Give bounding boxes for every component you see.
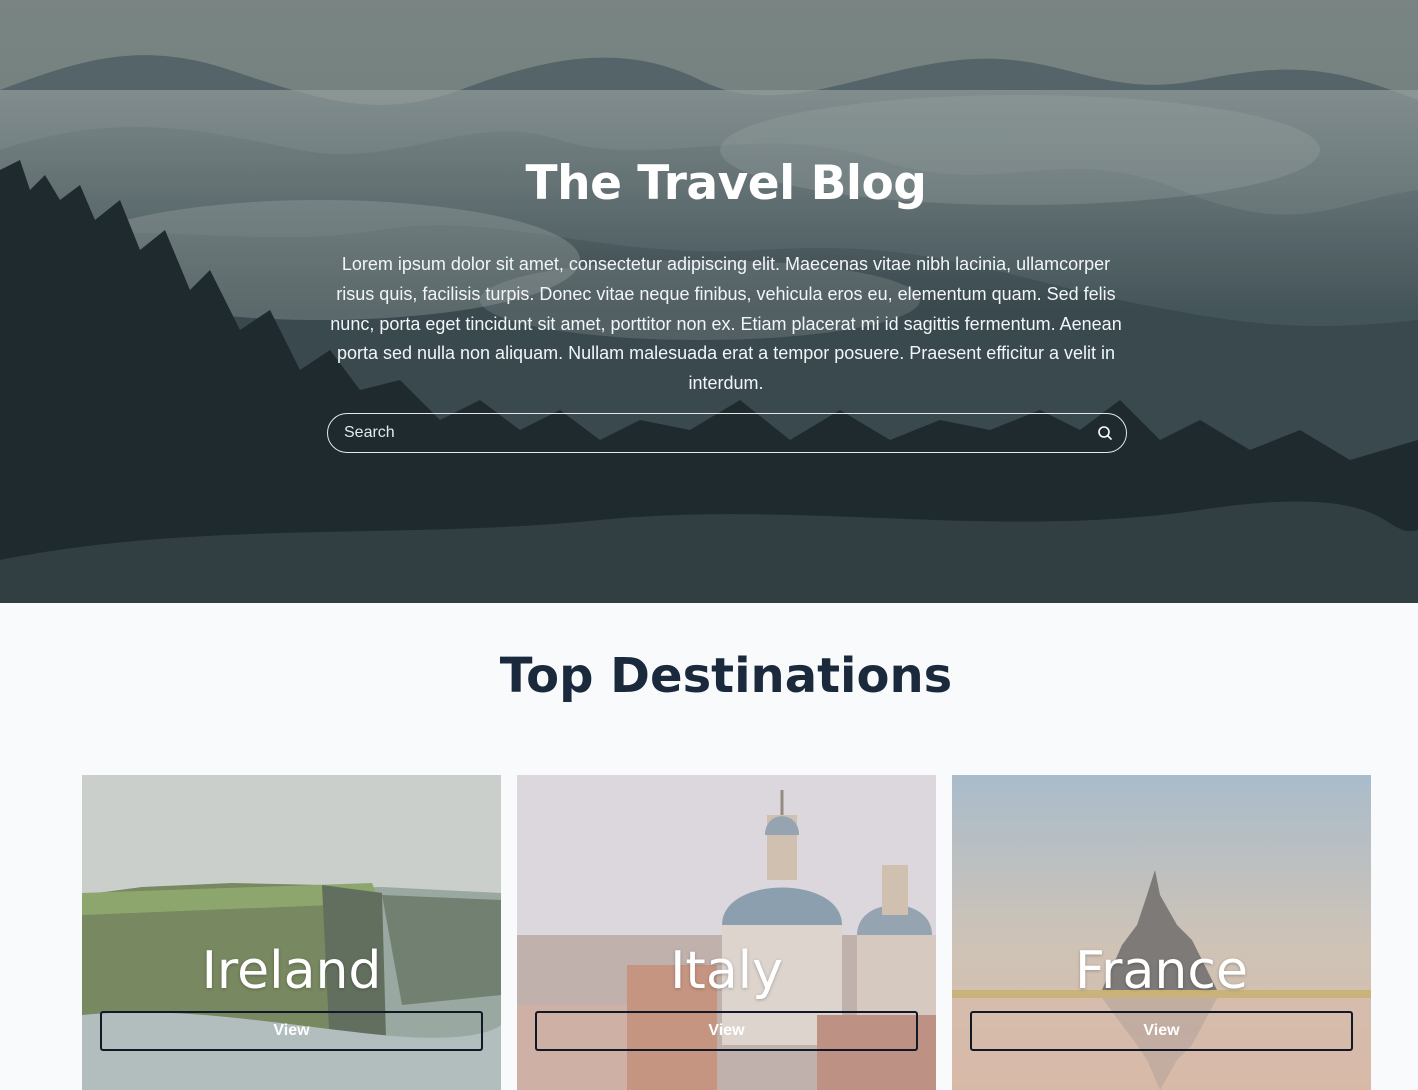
hero-description: Lorem ipsum dolor sit amet, consectetur … [330, 254, 1122, 394]
hero-banner: The Travel Blog Lorem ipsum dolor sit am… [0, 0, 1418, 603]
view-france-button[interactable]: View [970, 1011, 1353, 1051]
destination-card-france: France View [952, 775, 1371, 1090]
view-ireland-button[interactable]: View [100, 1011, 483, 1051]
page-title: The Travel Blog [525, 156, 927, 211]
card-title-ireland: Ireland [201, 941, 382, 1001]
search-input[interactable] [342, 414, 1082, 451]
card-title-italy: Italy [670, 941, 783, 1001]
section-title: Top Destinations [499, 648, 953, 704]
destination-card-italy: Italy View [517, 775, 936, 1090]
destination-card-ireland: Ireland View [82, 775, 501, 1090]
search-icon [1098, 426, 1112, 440]
view-italy-button[interactable]: View [535, 1011, 918, 1051]
search-button[interactable] [1094, 422, 1116, 444]
card-title-france: France [1075, 941, 1248, 1001]
search-bar [327, 413, 1127, 453]
